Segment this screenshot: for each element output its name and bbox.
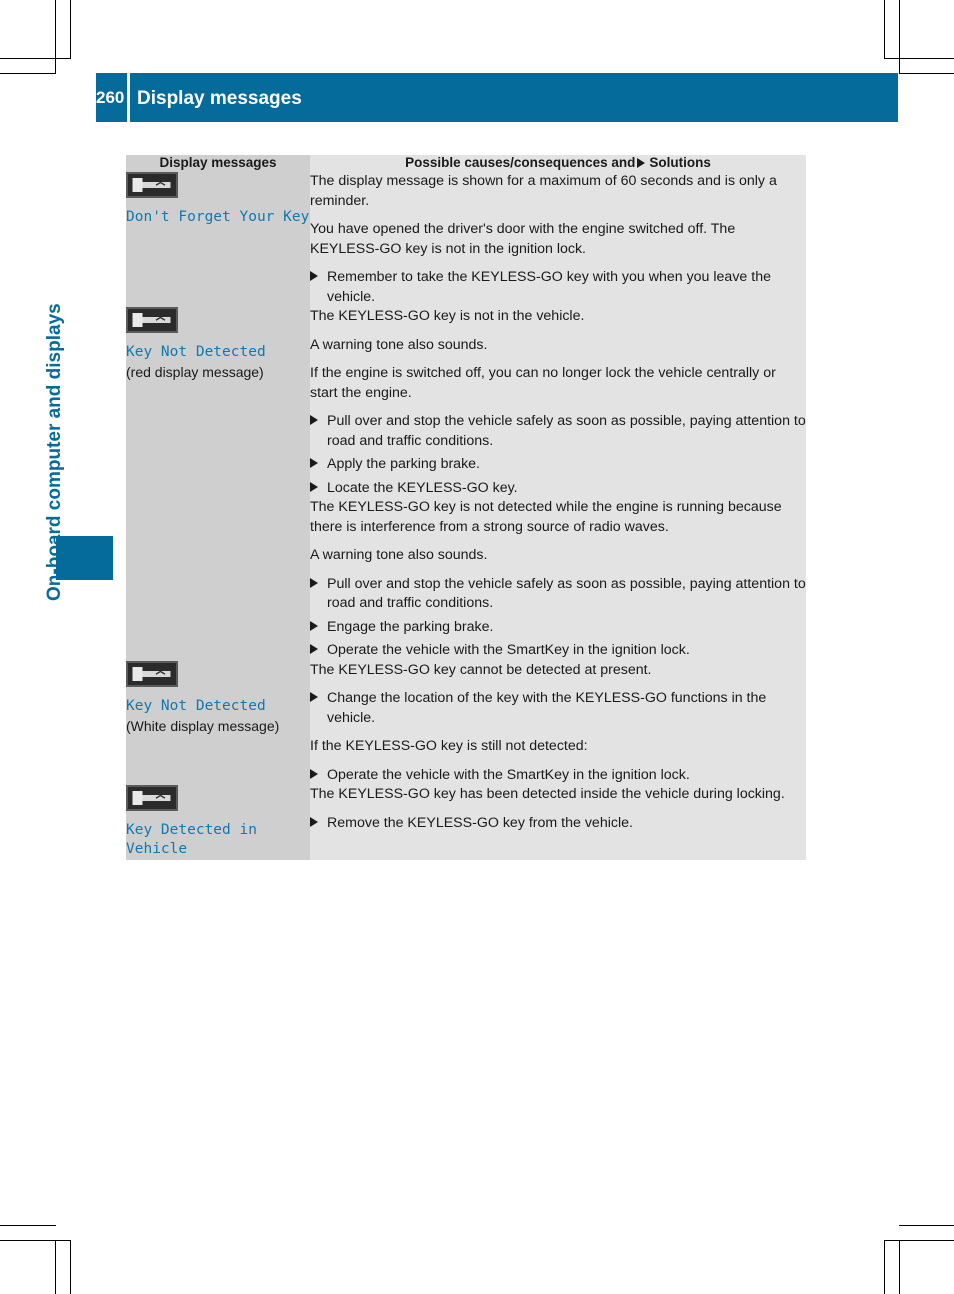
crop-mark-bottom-left-vertical-inner [55,1240,56,1294]
crop-mark-top-left-horizontal-outer [0,58,71,59]
crop-mark-top-right-vertical-inner [884,0,885,58]
solution-step: Remove the KEYLESS-GO key from the vehic… [310,814,806,834]
message-name: Don't Forget Your Key [126,209,310,225]
solution-step-text: Remember to take the KEYLESS-GO key with… [327,269,771,305]
solution-step: Operate the vehicle with the SmartKey in… [310,766,806,786]
table-body: Don't Forget Your Key The display message… [126,172,806,860]
solid-right-triangle-icon [310,481,318,492]
keyless-go-key-icon [126,172,178,198]
solid-right-triangle-icon [310,577,318,588]
message-note: (red display message) [126,364,264,380]
display-messages-table: Display messages Possible causes/consequ… [126,155,806,860]
causes-solutions-cell: The KEYLESS-GO key is not in the vehicle… [310,307,806,498]
chapter-thumb-tab [56,536,113,580]
solution-step-text: Remove the KEYLESS-GO key from the vehic… [327,814,633,831]
paragraph: If the KEYLESS-GO key is still not detec… [310,738,588,754]
solution-step-text: Operate the vehicle with the SmartKey in… [327,766,690,783]
solution-step-text: Engage the parking brake. [327,618,494,635]
crop-mark-bottom-right-vertical-outer [899,1240,900,1294]
table-row: Key Not Detected (red display message) The… [126,307,806,661]
column-header-causes-text: Possible causes/consequences and [405,155,636,170]
solid-right-triangle-icon [310,816,318,827]
crop-mark-bottom-right-horizontal-inner [899,1225,954,1226]
solid-right-triangle-icon [637,158,646,168]
message-name: Key Detected in Vehicle [126,822,266,857]
crop-mark-bottom-left-horizontal-outer [0,1225,56,1226]
solid-right-triangle-icon [310,620,318,631]
message-cell: Don't Forget Your Key [126,172,310,307]
solution-step-text: Change the location of the key with the … [327,690,767,726]
solution-step: Pull over and stop the vehicle safely as… [310,412,806,451]
column-header-causes-solutions: Possible causes/consequences and Solution… [310,155,806,172]
message-cell: Key Not Detected (red display message) [126,307,310,661]
paragraph: The KEYLESS-GO key is not in the vehicle… [310,308,585,324]
paragraph: The display message is shown for a maxim… [310,173,777,209]
causes-solutions-cell: The display message is shown for a maxim… [310,172,806,307]
page-title: Display messages [137,88,302,109]
header-divider [127,73,130,122]
table-row: Key Not Detected (White display message) T… [126,660,806,786]
paragraph: If the engine is switched off, you can n… [310,365,776,401]
solid-right-triangle-icon [310,415,318,425]
solid-right-triangle-icon [310,458,318,468]
message-note: (White display message) [126,717,280,734]
crop-mark-bottom-left-vertical-outer [70,1240,71,1294]
solution-step: Pull over and stop the vehicle safely as… [310,575,806,614]
keyless-go-key-icon [126,307,178,333]
crop-mark-top-left-vertical-outer [55,0,56,74]
solution-step-text: Operate the vehicle with the SmartKey in… [327,642,690,658]
crop-mark-top-right-vertical-outer [899,0,900,74]
solution-step-text: Pull over and stop the vehicle safely as… [327,413,806,449]
table-header-row: Display messages Possible causes/consequ… [126,155,806,172]
column-header-solutions-text: Solutions [649,155,711,170]
solution-step: Locate the KEYLESS-GO key. [310,479,806,499]
chapter-label: On-board computer and displays [44,303,65,601]
crop-mark-top-right-horizontal-outer [884,58,954,59]
table-row: Key Detected in Vehicle The KEYLESS-GO ke… [126,785,806,860]
solution-step: Engage the parking brake. [310,618,806,638]
solid-right-triangle-icon [310,271,318,281]
solution-step: Apply the parking brake. [310,455,806,475]
keyless-go-key-icon [126,660,178,687]
solid-right-triangle-icon [310,644,318,654]
crop-mark-bottom-left-horizontal-inner [0,1240,71,1241]
message-name: Key Not Detected [126,697,266,714]
keyless-go-key-icon [126,785,178,811]
crop-mark-top-right-horizontal-inner [899,73,954,74]
paragraph: The KEYLESS-GO key has been detected ins… [310,786,785,802]
solid-right-triangle-icon [310,692,318,702]
causes-solutions-cell: The KEYLESS-GO key has been detected ins… [310,785,806,860]
table-row: Don't Forget Your Key The display message… [126,172,806,307]
crop-mark-bottom-right-horizontal-outer [884,1240,954,1241]
page-number: 260 [96,88,125,107]
paragraph: The KEYLESS-GO key cannot be detected at… [310,661,652,678]
solution-step-text: Apply the parking brake. [327,456,481,472]
message-name: Key Not Detected [126,344,266,360]
paragraph: You have opened the driver's door with t… [310,221,736,257]
crop-mark-bottom-right-vertical-inner [884,1240,885,1294]
message-cell: Key Not Detected (White display message) [126,660,310,785]
causes-solutions-cell: The KEYLESS-GO key cannot be detected at… [310,660,806,786]
crop-mark-top-left-horizontal-inner [0,73,56,74]
paragraph: The KEYLESS-GO key is not detected while… [310,499,782,535]
solution-step-text: Pull over and stop the vehicle safely as… [327,575,806,612]
solution-step: Remember to take the KEYLESS-GO key with… [310,268,806,307]
column-header-display-messages: Display messages [126,155,310,172]
solution-step: Operate the vehicle with the SmartKey in… [310,641,806,661]
crop-mark-top-left-vertical-inner [70,0,71,58]
solution-step: Change the location of the key with the … [310,689,806,728]
solid-right-triangle-icon [310,768,318,779]
causes-solutions-cell: The KEYLESS-GO key is not detected while… [310,498,806,661]
message-cell: Key Detected in Vehicle [126,785,310,860]
solution-step-text: Locate the KEYLESS-GO key. [327,479,518,496]
paragraph: A warning tone also sounds. [310,336,488,353]
paragraph: A warning tone also sounds. [310,547,488,563]
